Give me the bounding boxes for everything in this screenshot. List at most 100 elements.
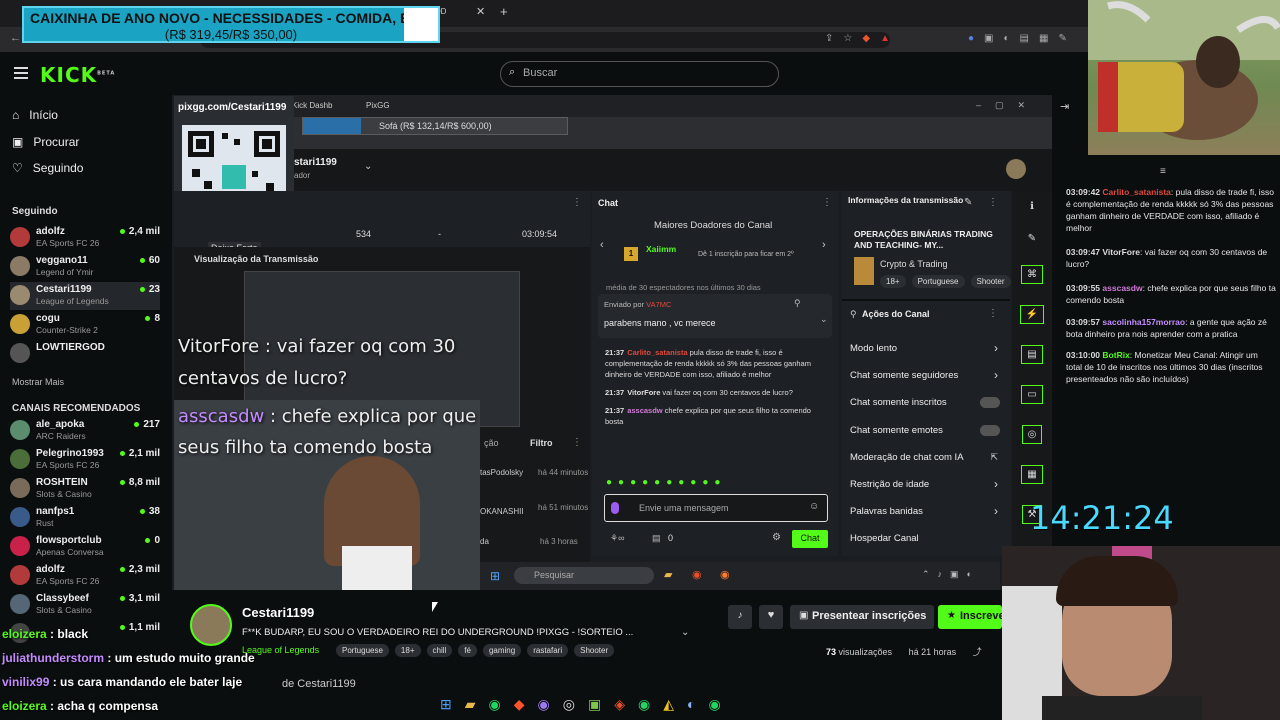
channel-action[interactable]: Palavras banidas ›: [850, 504, 1000, 520]
spotify-icon[interactable]: ◉: [489, 696, 501, 713]
toggle-switch[interactable]: [980, 397, 1000, 409]
extension-icon[interactable]: ▦: [1039, 33, 1048, 44]
share-icon[interactable]: ⤴: [973, 647, 982, 657]
more-icon[interactable]: ⋮: [988, 308, 998, 319]
sidebar-channel[interactable]: Pelegrino1993 EA Sports FC 26 2,1 mil: [10, 446, 160, 474]
doc-icon[interactable]: ▤: [1021, 345, 1043, 364]
edit-icon[interactable]: ✎: [964, 197, 972, 208]
star-icon[interactable]: ☆: [843, 33, 852, 44]
channel-action[interactable]: Chat somente inscritos: [850, 397, 1000, 411]
extension-icon[interactable]: ▤: [1020, 33, 1029, 44]
new-tab-icon[interactable]: +: [500, 4, 508, 19]
sidebar-channel[interactable]: adolfz EA Sports FC 26 2,3 mil: [10, 562, 160, 590]
emoji-icon[interactable]: ☺: [809, 501, 819, 512]
nav-home[interactable]: ⌂ Início: [12, 105, 58, 125]
extension-icon[interactable]: ●: [968, 33, 974, 44]
app-icon[interactable]: ◈: [614, 696, 625, 713]
file-explorer-icon[interactable]: ▰: [465, 696, 476, 713]
channel-action[interactable]: Moderação de chat com IA ⇱: [850, 452, 1000, 466]
sidebar-channel[interactable]: adolfz EA Sports FC 26 2,4 mil: [10, 224, 160, 252]
channel-action[interactable]: Chat somente emotes: [850, 424, 1000, 439]
sidebar-channel[interactable]: LOWTIERGOD: [10, 340, 160, 368]
share-icon[interactable]: ⇪: [825, 33, 833, 44]
chat-bubble-icon[interactable]: ▭: [1021, 385, 1043, 404]
prev-icon[interactable]: ‹: [600, 239, 604, 251]
channel-avatar[interactable]: [190, 604, 232, 646]
tag[interactable]: Shooter: [574, 644, 615, 657]
send-chat-button[interactable]: Chat: [792, 530, 828, 548]
chevron-down-icon[interactable]: ⌄: [681, 627, 689, 638]
tag[interactable]: chill: [426, 644, 453, 657]
broadcast-icon[interactable]: ◎: [1021, 425, 1043, 444]
search-input[interactable]: Buscar: [500, 61, 779, 87]
discord-icon[interactable]: ◉: [538, 696, 550, 713]
nav-browse[interactable]: ▣ Procurar: [12, 132, 79, 152]
sidebar-channel[interactable]: ROSHTEIN Slots & Casino 8,8 mil: [10, 475, 160, 503]
sidebar-channel[interactable]: veggano11 Legend of Ymir 60: [10, 253, 160, 281]
bolt-icon[interactable]: ⚡: [1019, 305, 1045, 324]
spotify-icon[interactable]: ◉: [708, 696, 720, 713]
edit-icon[interactable]: ✎: [1028, 233, 1036, 244]
tag[interactable]: fé: [458, 644, 477, 657]
more-icon[interactable]: ⋮: [988, 197, 998, 208]
follow-heart-icon[interactable]: ♥: [759, 605, 783, 629]
sidebar-channel[interactable]: Cestari1199 League of Legends 23: [10, 282, 160, 310]
extension-icon[interactable]: ◐: [1004, 33, 1010, 44]
info-icon[interactable]: ℹ: [1030, 201, 1034, 212]
toggle-switch[interactable]: [980, 424, 1000, 436]
filter-label[interactable]: Filtro: [530, 438, 553, 448]
tag[interactable]: Portuguese: [336, 644, 389, 657]
message-time: 03:09:47: [1066, 247, 1101, 257]
more-icon[interactable]: ⋮: [572, 197, 582, 208]
channel-action[interactable]: Hospedar Canal: [850, 533, 1000, 547]
tag[interactable]: 18+: [394, 644, 421, 657]
app-icon[interactable]: ◭: [663, 696, 674, 713]
kick-logo[interactable]: KICKBETA: [40, 63, 115, 87]
steam-icon[interactable]: ◐: [687, 696, 695, 713]
brave-shield-icon[interactable]: ◆: [862, 33, 870, 44]
sidebar-channel[interactable]: Classybeef Slots & Casino 3,1 mil: [10, 591, 160, 619]
more-icon[interactable]: ⋮: [572, 437, 582, 448]
tag[interactable]: rastafari: [527, 644, 569, 657]
channel-action[interactable]: Restrição de idade ›: [850, 477, 1000, 493]
notification-bell-icon[interactable]: ♪: [728, 605, 752, 629]
chevron-down-icon[interactable]: ⌄: [820, 314, 828, 325]
pix-url: pixgg.com/Cestari1199: [178, 102, 287, 113]
next-icon[interactable]: ›: [822, 239, 826, 251]
message-user: Carlito_satanista: [1102, 187, 1171, 197]
whatsapp-icon[interactable]: ◉: [638, 696, 650, 713]
channel-name[interactable]: Cestari1199: [242, 605, 314, 620]
tool-icon[interactable]: ⌘: [1021, 265, 1043, 284]
tab-close-icon[interactable]: ✕: [476, 5, 485, 18]
channel-action[interactable]: Chat somente seguidores ›: [850, 368, 1000, 384]
sidebar-channel[interactable]: flowsportclub Apenas Conversa 0: [10, 533, 160, 561]
app-icon[interactable]: ▣: [588, 696, 601, 713]
pin-icon[interactable]: ⚲: [794, 298, 801, 309]
tag[interactable]: gaming: [482, 644, 522, 657]
layout-icon[interactable]: ▦: [1021, 465, 1043, 484]
sidebar-channel[interactable]: ale_apoka ARC Raiders 217: [10, 417, 160, 445]
chat-input[interactable]: Envie uma mensagem ☺: [604, 494, 828, 522]
brave-rewards-icon[interactable]: ▲: [880, 33, 890, 44]
sidebar-channel[interactable]: cogu Counter-Strike 2 8: [10, 311, 160, 339]
nav-following[interactable]: ♡ Seguindo: [12, 158, 83, 178]
gift-subs-button[interactable]: Presentear inscrições: [790, 605, 934, 629]
gift-icon[interactable]: ⚘∞: [610, 533, 624, 544]
more-icon[interactable]: ⋮: [822, 197, 832, 208]
mic-icon[interactable]: [611, 502, 619, 514]
donor-name: Xaiimm: [646, 244, 677, 254]
collapse-chat-icon[interactable]: ⇥: [1060, 100, 1069, 113]
settings-icon[interactable]: ⚙: [772, 532, 781, 543]
app-icon[interactable]: ◎: [563, 696, 575, 713]
show-more-link[interactable]: Mostrar Mais: [12, 377, 64, 387]
extension-icon[interactable]: ▣: [984, 33, 993, 44]
channel-action[interactable]: Modo lento ›: [850, 341, 1000, 357]
back-icon[interactable]: ←: [10, 32, 21, 44]
emote-bar[interactable]: ●●●●●●●●●●: [606, 477, 826, 489]
menu-icon[interactable]: [14, 67, 28, 79]
sidebar-channel[interactable]: nanfps1 Rust 38: [10, 504, 160, 532]
viewer-count: 2,1 mil: [120, 448, 160, 459]
windows-start-icon[interactable]: ⊞: [440, 696, 452, 713]
brave-icon[interactable]: ◆: [514, 696, 525, 713]
extension-icon[interactable]: ✎: [1058, 33, 1066, 44]
